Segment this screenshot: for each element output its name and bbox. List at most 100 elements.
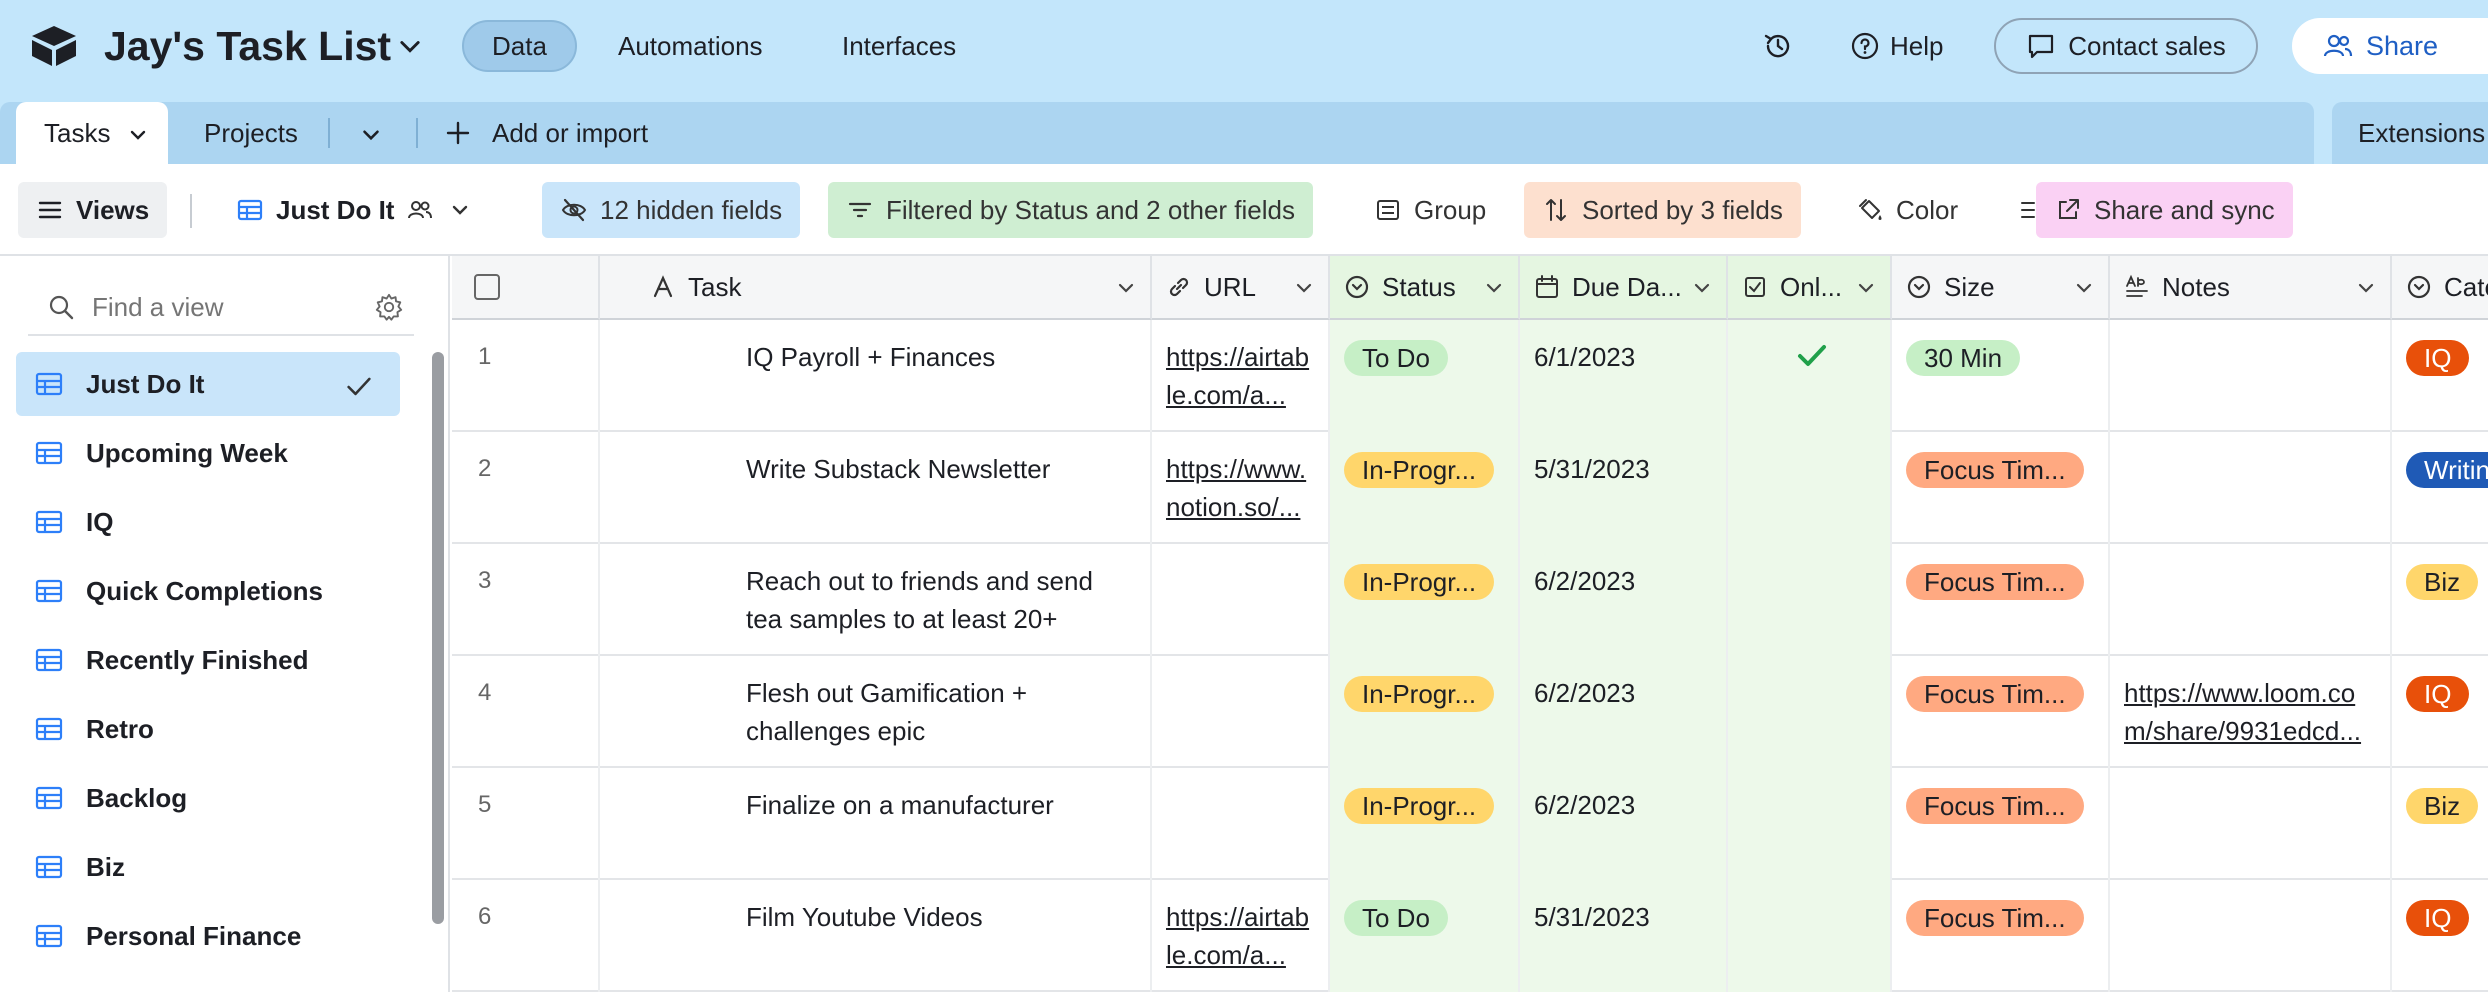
table-row[interactable]: 5 Finalize on a manufacturer In-Progr...… <box>452 768 2488 880</box>
size-cell[interactable]: Focus Tim... <box>1892 656 2110 768</box>
due-date-cell[interactable]: 6/1/2023 <box>1520 320 1728 432</box>
checkbox-cell[interactable] <box>1728 880 1892 992</box>
column-header-task[interactable]: Task <box>600 256 1152 320</box>
view-item-just-do-it[interactable]: Just Do It <box>16 352 400 416</box>
status-cell[interactable]: In-Progr... <box>1330 544 1520 656</box>
nav-tab-data[interactable]: Data <box>462 20 577 72</box>
task-cell[interactable]: Reach out to friends and send tea sample… <box>600 544 1152 656</box>
select-all-checkbox[interactable] <box>474 274 500 300</box>
url-cell[interactable]: https://airtable.com/a... <box>1152 880 1330 992</box>
notes-cell[interactable]: https://www.loom.com/share/9931edcd... <box>2110 656 2392 768</box>
table-tab-tasks[interactable]: Tasks <box>16 102 168 164</box>
chevron-down-icon[interactable] <box>358 122 384 148</box>
size-cell[interactable]: 30 Min <box>1892 320 2110 432</box>
category-cell[interactable]: IQ <box>2392 656 2488 768</box>
checkbox-cell[interactable] <box>1728 768 1892 880</box>
category-cell[interactable]: Biz <box>2392 768 2488 880</box>
url-link[interactable]: https://airtable.com/a... <box>1166 898 1314 974</box>
task-cell[interactable]: Flesh out Gamification + challenges epic <box>600 656 1152 768</box>
add-or-import-button[interactable]: Add or import <box>444 102 648 164</box>
url-cell[interactable]: https://airtable.com/a... <box>1152 320 1330 432</box>
gear-icon[interactable] <box>374 292 404 322</box>
check-icon[interactable] <box>1794 338 1830 374</box>
view-item-personal-finance[interactable]: Personal Finance <box>16 904 400 968</box>
chevron-down-icon[interactable] <box>2354 276 2378 300</box>
status-cell[interactable]: To Do <box>1330 880 1520 992</box>
task-cell[interactable]: Film Youtube Videos <box>600 880 1152 992</box>
url-cell[interactable] <box>1152 544 1330 656</box>
view-item-quick-completions[interactable]: Quick Completions <box>16 559 400 623</box>
column-header-size[interactable]: Size <box>1892 256 2110 320</box>
chevron-down-icon[interactable] <box>1292 276 1316 300</box>
view-item-retro[interactable]: Retro <box>16 697 400 761</box>
view-item-biz[interactable]: Biz <box>16 835 400 899</box>
notes-cell[interactable] <box>2110 880 2392 992</box>
category-cell[interactable]: IQ <box>2392 320 2488 432</box>
extensions-button[interactable]: Extensions <box>2332 102 2488 164</box>
url-cell[interactable] <box>1152 656 1330 768</box>
hide-fields-button[interactable]: 12 hidden fields <box>542 182 801 238</box>
group-button[interactable]: Group <box>1356 182 1504 238</box>
table-row[interactable]: 1 IQ Payroll + Finances https://airtable… <box>452 320 2488 432</box>
task-cell[interactable]: Finalize on a manufacturer <box>600 768 1152 880</box>
chevron-down-icon[interactable] <box>396 32 424 60</box>
checkbox-cell[interactable] <box>1728 432 1892 544</box>
due-date-cell[interactable]: 6/2/2023 <box>1520 656 1728 768</box>
chevron-down-icon[interactable] <box>1114 276 1138 300</box>
due-date-cell[interactable]: 6/2/2023 <box>1520 768 1728 880</box>
column-header-category[interactable]: Category <box>2392 256 2488 320</box>
column-header-notes[interactable]: Notes <box>2110 256 2392 320</box>
chevron-down-icon[interactable] <box>1854 276 1878 300</box>
size-cell[interactable]: Focus Tim... <box>1892 432 2110 544</box>
task-cell[interactable]: IQ Payroll + Finances <box>600 320 1152 432</box>
due-date-cell[interactable]: 5/31/2023 <box>1520 432 1728 544</box>
view-item-iq[interactable]: IQ <box>16 490 400 554</box>
status-cell[interactable]: In-Progr... <box>1330 656 1520 768</box>
chevron-down-icon[interactable] <box>2072 276 2096 300</box>
filter-button[interactable]: Filtered by Status and 2 other fields <box>828 182 1314 238</box>
notes-cell[interactable] <box>2110 432 2392 544</box>
view-item-upcoming-week[interactable]: Upcoming Week <box>16 421 400 485</box>
history-icon[interactable] <box>1762 30 1794 62</box>
table-row[interactable]: 4 Flesh out Gamification + challenges ep… <box>452 656 2488 768</box>
table-tab-projects[interactable]: Projects <box>204 102 298 164</box>
column-header-status[interactable]: Status <box>1330 256 1520 320</box>
chevron-down-icon[interactable] <box>1482 276 1506 300</box>
checkbox-cell[interactable] <box>1728 320 1892 432</box>
share-and-sync-button[interactable]: Share and sync <box>2036 182 2293 238</box>
url-cell[interactable]: https://www.notion.so/... <box>1152 432 1330 544</box>
share-button[interactable]: Share <box>2292 18 2488 74</box>
nav-tab-interfaces[interactable]: Interfaces <box>814 20 984 72</box>
size-cell[interactable]: Focus Tim... <box>1892 544 2110 656</box>
contact-sales-button[interactable]: Contact sales <box>1994 18 2258 74</box>
sort-button[interactable]: Sorted by 3 fields <box>1524 182 1801 238</box>
notes-link[interactable]: https://www.loom.com/share/9931edcd... <box>2124 674 2376 750</box>
base-title[interactable]: Jay's Task List <box>104 20 391 72</box>
checkbox-cell[interactable] <box>1728 544 1892 656</box>
url-link[interactable]: https://airtable.com/a... <box>1166 338 1314 414</box>
chevron-down-icon[interactable] <box>126 123 150 147</box>
category-cell[interactable]: IQ <box>2392 880 2488 992</box>
url-link[interactable]: https://www.notion.so/... <box>1166 450 1314 526</box>
checkbox-cell[interactable] <box>1728 656 1892 768</box>
category-cell[interactable]: Writing <box>2392 432 2488 544</box>
status-cell[interactable]: In-Progr... <box>1330 768 1520 880</box>
size-cell[interactable]: Focus Tim... <box>1892 768 2110 880</box>
views-toggle-button[interactable]: Views <box>18 182 168 238</box>
nav-tab-automations[interactable]: Automations <box>590 20 791 72</box>
chevron-down-icon[interactable] <box>1690 276 1714 300</box>
column-header-due-date[interactable]: Due Da... <box>1520 256 1728 320</box>
status-cell[interactable]: To Do <box>1330 320 1520 432</box>
status-cell[interactable]: In-Progr... <box>1330 432 1520 544</box>
base-logo-icon[interactable] <box>28 24 80 68</box>
category-cell[interactable]: Biz <box>2392 544 2488 656</box>
view-item-backlog[interactable]: Backlog <box>16 766 400 830</box>
column-header-checkbox-field[interactable]: Onl... <box>1728 256 1892 320</box>
find-view-input[interactable] <box>92 291 332 323</box>
column-header-url[interactable]: URL <box>1152 256 1330 320</box>
current-view-switcher[interactable]: Just Do It <box>218 182 492 238</box>
view-item-recently-finished[interactable]: Recently Finished <box>16 628 400 692</box>
notes-cell[interactable] <box>2110 768 2392 880</box>
sidebar-scrollbar[interactable] <box>432 352 444 924</box>
due-date-cell[interactable]: 6/2/2023 <box>1520 544 1728 656</box>
